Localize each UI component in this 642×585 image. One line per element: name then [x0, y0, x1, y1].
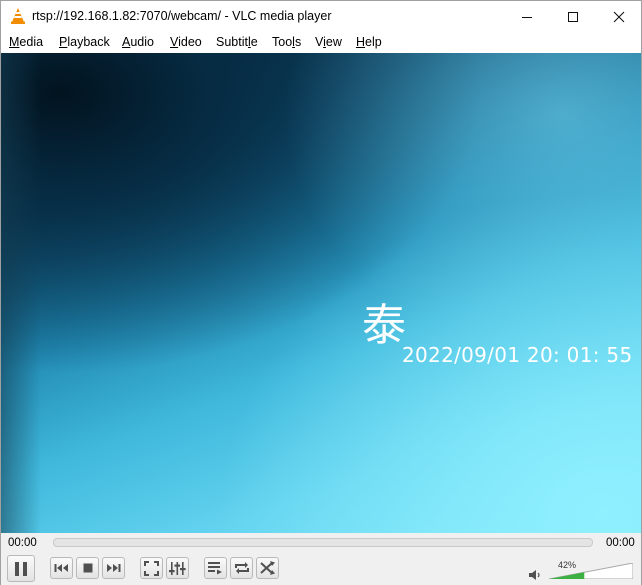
close-button[interactable] [596, 1, 642, 32]
total-time: 00:00 [606, 537, 635, 549]
fullscreen-button[interactable] [140, 557, 163, 579]
loop-button[interactable] [230, 557, 253, 579]
pause-icon [15, 561, 27, 576]
maximize-icon [568, 11, 578, 22]
pause-button[interactable] [7, 555, 35, 582]
menu-audio[interactable]: Audio [122, 35, 154, 49]
video-display[interactable]: 泰 2022/09/01 20: 01: 55 [1, 53, 641, 533]
elapsed-time: 00:00 [8, 537, 37, 549]
stop-button[interactable] [76, 557, 99, 579]
vlc-window: rtsp://192.168.1.82:7070/webcam/ - VLC m… [0, 0, 642, 585]
video-osd-character: 泰 [362, 300, 406, 351]
video-left-shade [1, 53, 41, 533]
menu-tools[interactable]: Tools [272, 35, 301, 49]
menu-subtitle[interactable]: Subtitle [216, 35, 258, 49]
menu-video[interactable]: Video [170, 35, 202, 49]
playlist-icon [207, 562, 222, 575]
volume-slider[interactable] [549, 563, 633, 579]
seek-bar[interactable] [53, 538, 593, 547]
menu-bar: Media Playback Audio Video Subtitle Tool… [1, 32, 641, 53]
extended-settings-button[interactable] [166, 557, 189, 579]
playlist-button[interactable] [204, 557, 227, 579]
speaker-icon[interactable] [528, 569, 542, 581]
fullscreen-icon [144, 560, 159, 576]
title-bar[interactable]: rtsp://192.168.1.82:7070/webcam/ - VLC m… [1, 1, 641, 32]
equalizer-icon [169, 561, 186, 575]
controls-panel: 00:00 00:00 42% [1, 533, 641, 585]
video-light-glow [281, 53, 641, 353]
menu-media[interactable]: Media [9, 35, 43, 49]
stop-icon [83, 563, 92, 573]
volume-level-fill [549, 572, 585, 579]
video-osd-timestamp: 2022/09/01 20: 01: 55 [402, 343, 633, 367]
loop-icon [234, 562, 249, 574]
previous-button[interactable] [50, 557, 73, 579]
minimize-button[interactable] [504, 1, 550, 32]
maximize-button[interactable] [550, 1, 596, 32]
shuffle-icon [259, 561, 275, 575]
skip-forward-icon [107, 564, 121, 572]
skip-back-icon [54, 564, 68, 572]
vlc-cone-icon [11, 8, 25, 24]
menu-help[interactable]: Help [356, 35, 382, 49]
window-title: rtsp://192.168.1.82:7070/webcam/ - VLC m… [32, 9, 332, 23]
next-button[interactable] [102, 557, 125, 579]
close-icon [613, 11, 625, 22]
shuffle-button[interactable] [256, 557, 279, 579]
menu-playback[interactable]: Playback [59, 35, 110, 49]
menu-view[interactable]: View [315, 35, 342, 49]
minimize-icon [522, 16, 532, 18]
